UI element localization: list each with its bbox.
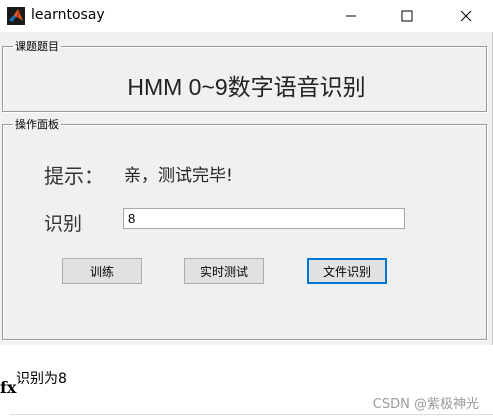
title-bar[interactable]: learntosay [0, 0, 493, 32]
hint-label: 提示： [44, 164, 104, 188]
recognition-result-field[interactable] [123, 208, 405, 229]
maximize-icon [401, 10, 413, 22]
minimize-icon [345, 10, 357, 22]
topic-panel-legend: 课题题目 [15, 40, 59, 53]
fx-icon: fx [0, 378, 17, 397]
close-icon [460, 10, 472, 22]
matlab-icon [7, 7, 25, 25]
divider [10, 414, 493, 415]
topic-heading: HMM 0~9数字语音识别 [127, 74, 366, 100]
operation-panel-legend: 操作面板 [15, 118, 59, 131]
app-window: learntosay 课题题目 HMM 0~9数字语音识别 操作面板 提示： 亲… [0, 0, 493, 345]
maximize-button[interactable] [384, 0, 430, 32]
window-title: learntosay [31, 7, 105, 23]
file-recognition-button[interactable]: 文件识别 [307, 258, 387, 284]
console-output: 识别为8 [16, 371, 67, 387]
close-button[interactable] [443, 0, 489, 32]
live-test-button[interactable]: 实时测试 [184, 258, 264, 284]
hint-message: 亲，测试完毕! [124, 166, 233, 186]
train-button[interactable]: 训练 [62, 258, 142, 284]
recognition-label: 识别 [44, 213, 83, 235]
minimize-button[interactable] [328, 0, 374, 32]
watermark: CSDN @紫极神光 [372, 397, 479, 412]
